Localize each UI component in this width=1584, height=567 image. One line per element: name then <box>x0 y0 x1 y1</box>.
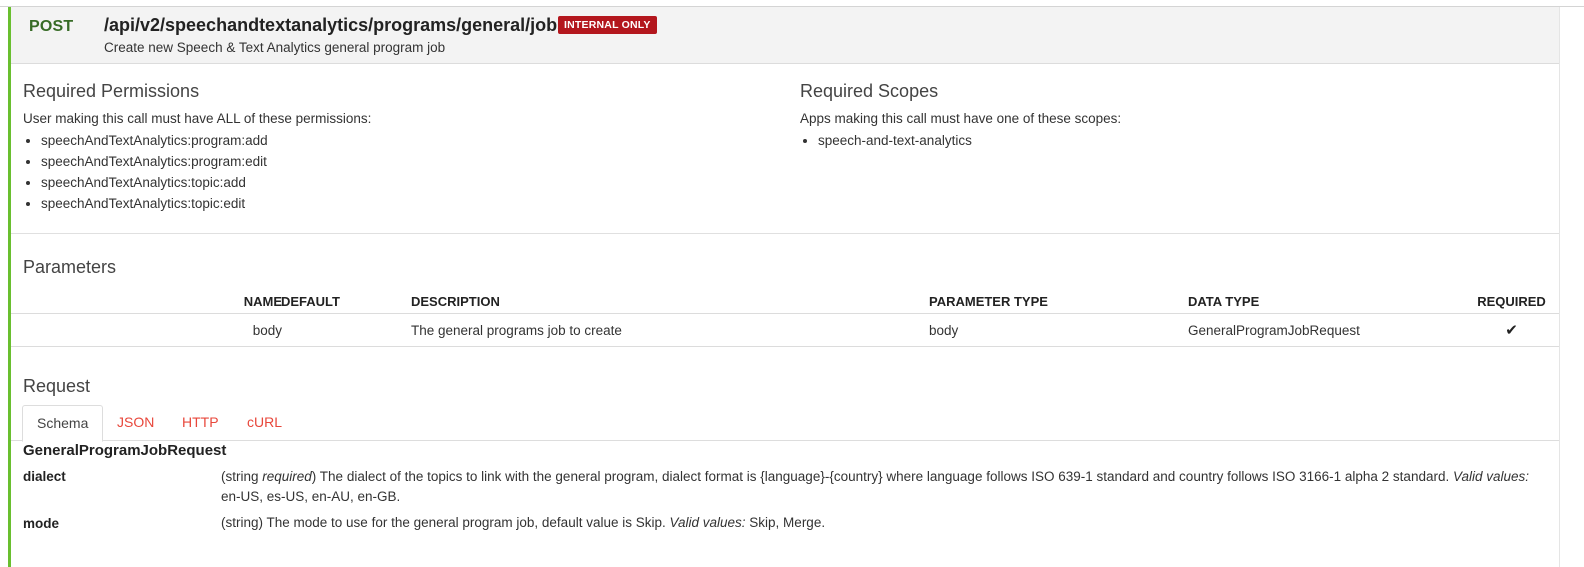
permission-item: speechAndTextAnalytics:program:edit <box>41 151 268 172</box>
header-description: DESCRIPTION <box>411 294 500 309</box>
header-parameter-type: PARAMETER TYPE <box>929 294 1048 309</box>
tab-curl[interactable]: cURL <box>233 405 296 440</box>
tab-schema[interactable]: Schema <box>22 405 104 442</box>
schema-model-name: GeneralProgramJobRequest <box>23 442 227 459</box>
permission-item: speechAndTextAnalytics:topic:edit <box>41 193 268 214</box>
param-data-type: GeneralProgramJobRequest <box>1188 313 1464 347</box>
parameters-header-row: NAME DEFAULT DESCRIPTION PARAMETER TYPE … <box>11 290 1559 314</box>
header-data-type: DATA TYPE <box>1188 294 1260 309</box>
tab-http[interactable]: HTTP <box>168 405 233 440</box>
param-description: The general programs job to create <box>411 313 929 347</box>
request-title: Request <box>23 376 91 396</box>
scopes-intro: Apps making this call must have one of t… <box>800 111 1122 126</box>
operation-header[interactable]: POST /api/v2/speechandtextanalytics/prog… <box>11 7 1559 64</box>
endpoint-path: /api/v2/speechandtextanalytics/programs/… <box>104 15 568 35</box>
schema-field-description: (string) The mode to use for the general… <box>221 513 1531 533</box>
permissions-intro: User making this call must have ALL of t… <box>23 111 372 126</box>
scopes-list: speech-and-text-analytics <box>800 130 972 151</box>
param-type: body <box>929 313 1188 347</box>
check-icon: ✔ <box>1464 313 1559 347</box>
field-type: (string <box>221 469 263 484</box>
right-border <box>1559 7 1560 567</box>
schema-field-name: dialect <box>23 469 66 484</box>
cell-spacer <box>11 313 211 347</box>
http-method: POST <box>29 18 74 35</box>
valid-values-label: Valid values: <box>669 515 746 530</box>
tabs-divider <box>11 440 1559 441</box>
method-accent-bar <box>8 7 11 567</box>
header-spacer <box>11 290 211 314</box>
schema-field-description: (string required) The dialect of the top… <box>221 467 1531 507</box>
parameters-table: NAME DEFAULT DESCRIPTION PARAMETER TYPE … <box>11 290 1559 347</box>
section-divider <box>11 233 1559 234</box>
scope-item: speech-and-text-analytics <box>818 130 972 151</box>
required-marker: required <box>262 469 312 484</box>
operation-summary: Create new Speech & Text Analytics gener… <box>104 40 446 55</box>
field-desc-text: (string) The mode to use for the general… <box>221 515 670 530</box>
permissions-list: speechAndTextAnalytics:program:add speec… <box>23 130 268 214</box>
param-default <box>282 313 411 347</box>
param-name: body <box>211 313 282 347</box>
field-desc-text: ) The dialect of the topics to link with… <box>311 469 1453 484</box>
table-row: body The general programs job to create … <box>11 313 1559 347</box>
permissions-title: Required Permissions <box>23 81 200 101</box>
valid-values: Skip, Merge. <box>745 515 826 530</box>
header-required: REQUIRED <box>1477 294 1546 309</box>
permission-item: speechAndTextAnalytics:topic:add <box>41 172 268 193</box>
parameters-title: Parameters <box>23 257 117 277</box>
schema-field-name: mode <box>23 516 60 531</box>
header-name: NAME <box>243 294 282 309</box>
valid-values-label: Valid values: <box>1452 469 1530 484</box>
header-default: DEFAULT <box>281 290 411 314</box>
tab-json[interactable]: JSON <box>103 405 168 440</box>
scopes-title: Required Scopes <box>800 81 939 101</box>
internal-only-badge: INTERNAL ONLY <box>558 16 657 34</box>
api-operation-panel: POST /api/v2/speechandtextanalytics/prog… <box>0 0 1584 567</box>
valid-values: en-US, es-US, en-AU, en-GB. <box>221 489 401 504</box>
header-default-label: DEFAULT <box>281 294 340 309</box>
permission-item: speechAndTextAnalytics:program:add <box>41 130 268 151</box>
